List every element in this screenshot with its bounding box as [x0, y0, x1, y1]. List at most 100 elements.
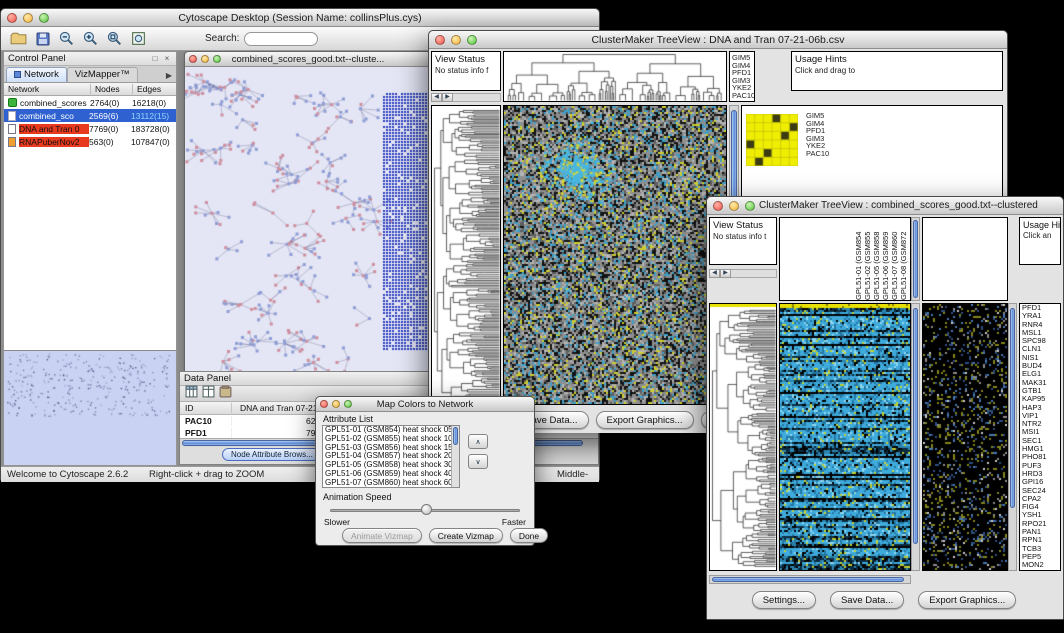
scroll-right-icon[interactable]: ▶	[442, 93, 453, 102]
network-nodes-count: 563(0)	[89, 137, 131, 147]
tab-overflow-icon[interactable]: ▶	[166, 71, 176, 82]
secondary-heatmap-panel	[922, 303, 1008, 571]
animation-speed-slider[interactable]	[330, 504, 520, 517]
move-up-button[interactable]: ∧	[468, 434, 488, 449]
window-controls	[189, 52, 221, 66]
array-label: GPL51-01 (GSM854	[854, 222, 863, 300]
close-button[interactable]	[435, 35, 445, 45]
dialog-title: Map Colors to Network	[335, 399, 516, 410]
tab-network[interactable]: Network	[6, 67, 67, 82]
treeview-button[interactable]: Export Graphics...	[596, 411, 694, 429]
network-view-title: combined_scores_good.txt--cluste...	[190, 54, 427, 65]
done-button[interactable]: Done	[510, 528, 548, 543]
network-row[interactable]: combined_sco 2569(6) 13112(15)	[4, 109, 176, 122]
select-attributes-icon[interactable]	[185, 385, 198, 403]
treeview-button[interactable]: Save Data...	[830, 591, 904, 609]
array-label: GPL51-07 (GSM860	[890, 222, 899, 300]
labels-vscrollbar[interactable]	[911, 217, 920, 301]
delete-attribute-icon[interactable]	[219, 385, 232, 403]
heatmap-canvas[interactable]	[504, 106, 726, 404]
secondary-vscrollbar[interactable]	[1008, 303, 1017, 571]
close-button[interactable]	[7, 13, 17, 23]
search-input[interactable]	[244, 32, 318, 46]
close-panel-icon[interactable]: ×	[162, 54, 172, 63]
hscroll-stub[interactable]: ◀▶	[709, 269, 777, 278]
attribute-list-label: Attribute List	[323, 414, 373, 424]
matrix-gene-labels: GIM5GIM4PFD1GIM3YKE2PAC10	[804, 112, 829, 158]
attribute-list-scrollbar[interactable]	[451, 426, 459, 487]
float-panel-icon[interactable]: □	[150, 54, 160, 63]
network-table-header: Network Nodes Edges	[4, 83, 176, 96]
zoom-button[interactable]	[745, 201, 755, 211]
heatmap-hscrollbar[interactable]	[709, 575, 911, 584]
attribute-item[interactable]: GPL51-07 (GSM860) heat shock 60 min	[323, 479, 459, 488]
gene-label[interactable]: MON2	[1020, 561, 1060, 569]
zoom-in-icon[interactable]	[81, 29, 100, 48]
network-name: combined_scores	[20, 98, 90, 108]
close-button[interactable]	[189, 55, 197, 63]
secondary-heatmap-canvas[interactable]	[923, 304, 1007, 570]
tab-vizmapper[interactable]: VizMapper™	[67, 67, 138, 82]
window-controls	[713, 197, 755, 214]
dialog-titlebar[interactable]: Map Colors to Network	[316, 397, 534, 412]
zoom-selected-icon[interactable]	[105, 29, 124, 48]
move-down-button[interactable]: ∨	[468, 454, 488, 469]
treeview-dna-titlebar[interactable]: ClusterMaker TreeView : DNA and Tran 07-…	[429, 31, 1007, 49]
network-view-window: combined_scores_good.txt--cluste...	[184, 51, 432, 373]
scroll-left-icon[interactable]: ◀	[431, 93, 442, 102]
treeview-button[interactable]: Export Graphics...	[918, 591, 1016, 609]
main-titlebar[interactable]: Cytoscape Desktop (Session Name: collins…	[1, 9, 599, 27]
network-row[interactable]: RNAPuberNov2 563(0) 107847(0)	[4, 135, 176, 148]
treeview-combined-titlebar[interactable]: ClusterMaker TreeView : combined_scores_…	[707, 197, 1063, 215]
window-controls	[320, 397, 352, 411]
treeview-dna-title: ClusterMaker TreeView : DNA and Tran 07-…	[539, 34, 896, 46]
search-label: Search:	[205, 33, 239, 44]
array-label: GPL51-02 (GSM855	[863, 222, 872, 300]
zoom-button[interactable]	[213, 55, 221, 63]
row-dendrogram-canvas[interactable]	[432, 106, 500, 404]
open-file-icon[interactable]	[9, 29, 28, 48]
attribute-list[interactable]: GPL51-01 (GSM854) heat shock 05 minGPL51…	[322, 425, 460, 488]
column-dendrogram-canvas[interactable]	[504, 52, 726, 101]
slider-knob[interactable]	[421, 504, 432, 515]
animate-vizmap-button[interactable]: Animate Vizmap	[342, 528, 422, 543]
zoom-button[interactable]	[344, 400, 352, 408]
network-view-titlebar[interactable]: combined_scores_good.txt--cluste...	[185, 52, 431, 67]
create-vizmap-button[interactable]: Create Vizmap	[429, 528, 503, 543]
minimize-button[interactable]	[332, 400, 340, 408]
row-dendrogram-panel	[431, 105, 501, 405]
minimize-button[interactable]	[729, 201, 739, 211]
network-overview[interactable]	[4, 350, 176, 465]
network-nodes-count: 2569(6)	[89, 111, 131, 121]
network-graph-canvas[interactable]	[185, 67, 431, 372]
close-button[interactable]	[320, 400, 328, 408]
network-row[interactable]: DNA and Tran 0 7769(0) 183728(0)	[4, 122, 176, 135]
minimize-button[interactable]	[451, 35, 461, 45]
correlation-matrix-canvas[interactable]	[746, 114, 798, 166]
close-button[interactable]	[713, 201, 723, 211]
window-controls	[7, 9, 49, 26]
network-row[interactable]: combined_scores 2764(0) 16218(0)	[4, 96, 176, 109]
zoom-fit-icon[interactable]	[129, 29, 148, 48]
create-attribute-icon[interactable]	[202, 385, 215, 403]
slower-label: Slower	[324, 517, 350, 527]
status-pan-hint: Middle-	[557, 469, 588, 480]
scroll-left-icon[interactable]: ◀	[709, 269, 720, 278]
heatmap-canvas[interactable]	[780, 304, 910, 570]
heatmap-vscrollbar[interactable]	[911, 303, 920, 571]
treeview-button[interactable]: Settings...	[752, 591, 816, 609]
network-type-icon	[8, 98, 17, 107]
network-overview-canvas[interactable]	[4, 351, 176, 465]
minimize-button[interactable]	[201, 55, 209, 63]
zoom-out-icon[interactable]	[57, 29, 76, 48]
zoom-button[interactable]	[467, 35, 477, 45]
network-tab-icon	[14, 71, 21, 78]
row-dendrogram-canvas[interactable]	[710, 304, 776, 570]
scroll-right-icon[interactable]: ▶	[720, 269, 731, 278]
minimize-button[interactable]	[23, 13, 33, 23]
save-icon[interactable]	[33, 29, 52, 48]
node-attribute-browser-button[interactable]: Node Attribute Brows...	[222, 448, 322, 461]
zoom-button[interactable]	[39, 13, 49, 23]
network-edges-count: 107847(0)	[131, 137, 176, 147]
hscroll-stub[interactable]: ◀▶	[431, 93, 501, 102]
